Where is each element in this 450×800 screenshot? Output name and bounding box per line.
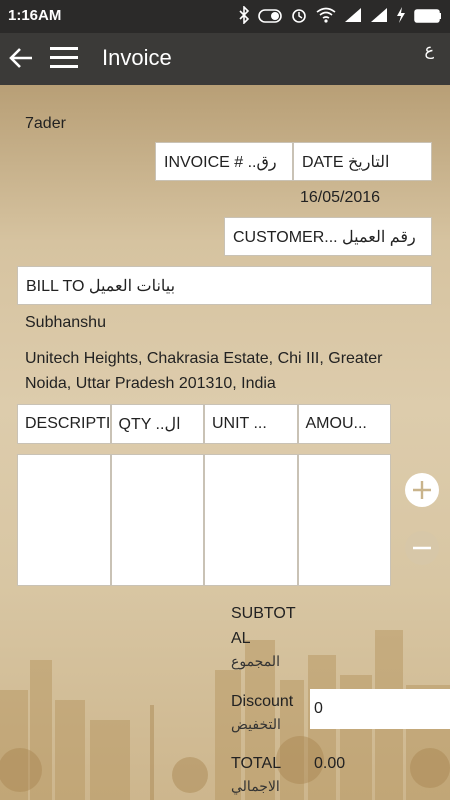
unit-cell[interactable] <box>204 454 298 586</box>
column-header-unit[interactable]: UNIT ... <box>204 404 298 444</box>
customer-address-line2: Noida, Uttar Pradesh 201310, India <box>25 375 276 392</box>
toggle-icon <box>258 8 282 27</box>
invoice-number-field[interactable]: INVOICE # ..رق <box>155 142 293 181</box>
total-label: TOTAL <box>231 755 282 772</box>
app-bar: Invoice ع <box>0 33 450 85</box>
status-bar: 1:16AM <box>0 0 450 33</box>
total-value: 0.00 <box>314 755 346 772</box>
column-header-amount[interactable]: AMOU... <box>297 404 391 444</box>
plus-icon <box>413 481 431 499</box>
customer-name: Subhanshu <box>25 314 106 331</box>
items-table-header: DESCRIPTIO... QTY ..ال UNIT ... AMOU... <box>17 404 391 444</box>
date-field[interactable]: DATE التاريخ <box>293 142 432 181</box>
description-cell[interactable] <box>17 454 111 586</box>
items-table-row <box>17 454 391 586</box>
signal-icon-2 <box>370 7 388 27</box>
subtotal-label: SUBTOT <box>231 605 296 622</box>
subtotal-arabic-label: المجموع <box>231 653 280 669</box>
bill-to-field[interactable]: BILL TO بيانات العميل <box>17 266 432 305</box>
remove-row-button[interactable] <box>405 531 439 565</box>
total-arabic-label: الاجمالي <box>231 778 280 794</box>
charging-icon <box>396 7 406 27</box>
customer-address-line1: Unitech Heights, Chakrasia Estate, Chi I… <box>25 350 383 367</box>
back-arrow-icon[interactable] <box>8 45 34 71</box>
company-name: 7ader <box>25 115 66 132</box>
amount-cell[interactable] <box>297 454 391 586</box>
column-header-qty[interactable]: QTY ..ال <box>110 404 204 444</box>
wifi-icon <box>316 7 336 27</box>
customer-number-field[interactable]: CUSTOMER... رقم العميل <box>224 217 432 256</box>
discount-arabic-label: التخفيض <box>231 716 281 732</box>
alarm-icon <box>290 6 308 28</box>
minus-icon <box>413 546 431 550</box>
add-row-button[interactable] <box>405 473 439 507</box>
discount-input[interactable]: 0 <box>310 689 450 729</box>
status-time: 1:16AM <box>8 7 62 24</box>
subtotal-label-2: AL <box>231 630 251 647</box>
qty-cell[interactable] <box>110 454 204 586</box>
invoice-form: 7ader INVOICE # ..رق DATE التاريخ 16/05/… <box>0 85 450 800</box>
page-title: Invoice <box>102 45 172 70</box>
date-value: 16/05/2016 <box>300 189 381 206</box>
language-toggle-button[interactable]: ع <box>424 40 434 59</box>
bluetooth-icon <box>238 5 250 28</box>
menu-icon[interactable] <box>50 47 78 69</box>
signal-icon-1 <box>344 7 362 27</box>
battery-icon <box>414 8 442 27</box>
discount-label: Discount <box>231 693 294 710</box>
status-icons <box>238 5 442 28</box>
column-header-description[interactable]: DESCRIPTIO... <box>17 404 111 444</box>
